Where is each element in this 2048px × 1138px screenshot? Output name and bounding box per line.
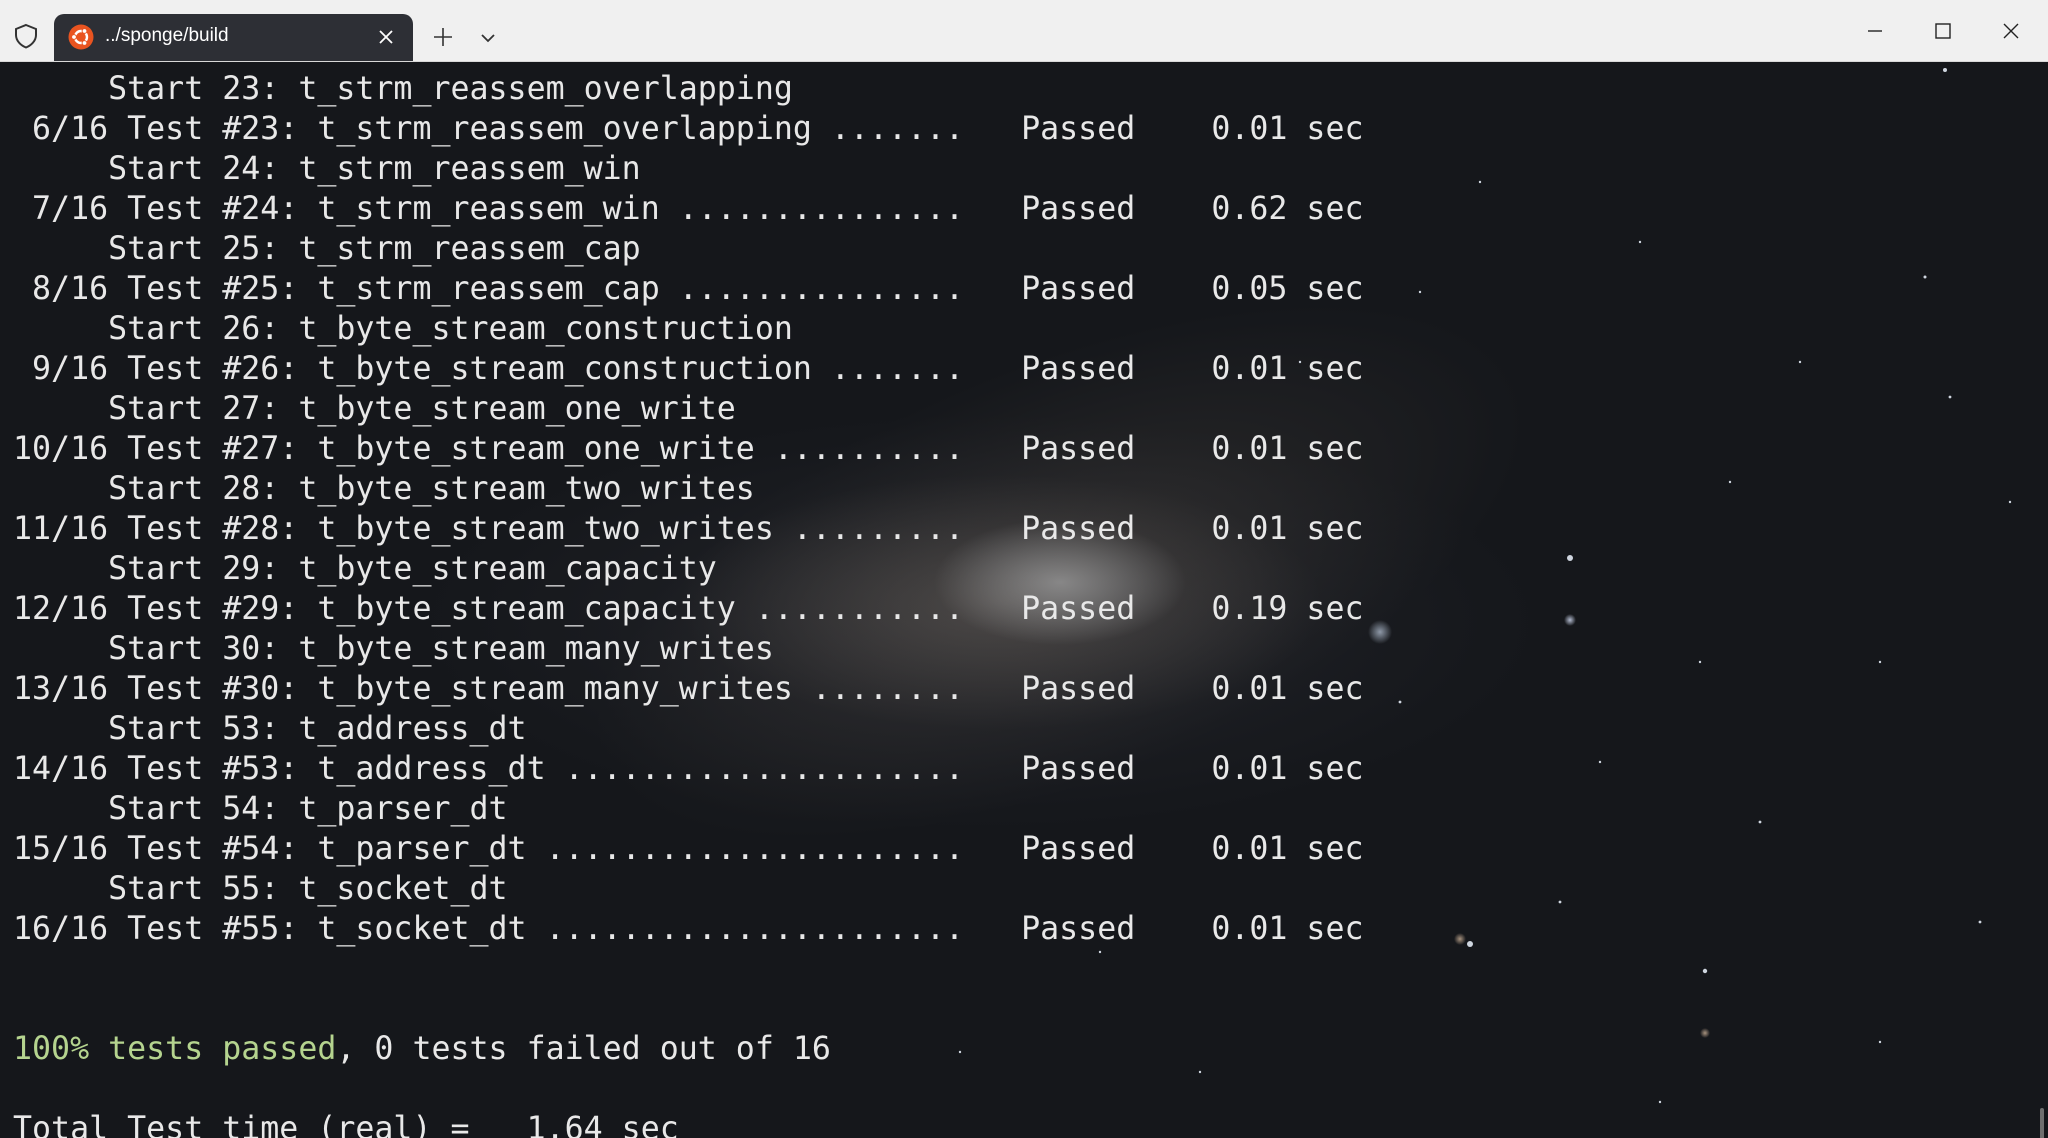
terminal-line: 10/16 Test #27: t_byte_stream_one_write …: [13, 431, 1364, 467]
terminal-line: Start 24: t_strm_reassem_win: [13, 151, 641, 187]
terminal-line: 7/16 Test #24: t_strm_reassem_win ......…: [13, 191, 1364, 227]
summary-failed-text: , 0 tests failed out of 16: [336, 1031, 831, 1067]
terminal-line: 15/16 Test #54: t_parser_dt ............…: [13, 831, 1364, 867]
terminal-line: 13/16 Test #30: t_byte_stream_many_write…: [13, 671, 1364, 707]
terminal-line: 9/16 Test #26: t_byte_stream_constructio…: [13, 351, 1364, 387]
minimize-icon[interactable]: [1862, 18, 1888, 44]
ubuntu-icon: [68, 24, 94, 50]
terminal-line: 14/16 Test #53: t_address_dt ...........…: [13, 751, 1364, 787]
terminal-line: 8/16 Test #25: t_strm_reassem_cap ......…: [13, 271, 1364, 307]
terminal-output[interactable]: Start 23: t_strm_reassem_overlapping 6/1…: [0, 62, 2048, 1138]
maximize-icon[interactable]: [1930, 18, 1956, 44]
plus-icon[interactable]: [430, 24, 456, 50]
terminal-line: 6/16 Test #23: t_strm_reassem_overlappin…: [13, 111, 1364, 147]
terminal-line: Start 26: t_byte_stream_construction: [13, 311, 793, 347]
terminal-line: Start 25: t_strm_reassem_cap: [13, 231, 641, 267]
terminal-line: 16/16 Test #55: t_socket_dt ............…: [13, 911, 1364, 947]
terminal-window: ../sponge/build Start 23: t_strm_reassem…: [0, 0, 2048, 1138]
close-tab-icon[interactable]: [377, 28, 395, 46]
terminal-line: 11/16 Test #28: t_byte_stream_two_writes…: [13, 511, 1364, 547]
title-bar: ../sponge/build: [0, 0, 2048, 62]
terminal-line: Start 54: t_parser_dt: [13, 791, 508, 827]
terminal-line: Start 29: t_byte_stream_capacity: [13, 551, 717, 587]
chevron-down-icon[interactable]: [478, 28, 498, 48]
terminal-line: Start 23: t_strm_reassem_overlapping: [13, 71, 793, 107]
terminal-line: Start 55: t_socket_dt: [13, 871, 508, 907]
tab-title: ../sponge/build: [105, 25, 229, 46]
summary-line: 100% tests passed, 0 tests failed out of…: [13, 1029, 831, 1069]
summary-passed-text: 100% tests passed: [13, 1031, 337, 1067]
scrollbar[interactable]: [2040, 1108, 2044, 1138]
total-time-line: Total Test time (real) = 1.64 sec: [13, 1111, 679, 1138]
terminal-line: 12/16 Test #29: t_byte_stream_capacity .…: [13, 591, 1364, 627]
terminal-line: Start 30: t_byte_stream_many_writes: [13, 631, 774, 667]
terminal-line: Start 27: t_byte_stream_one_write: [13, 391, 736, 427]
terminal-line: Start 28: t_byte_stream_two_writes: [13, 471, 755, 507]
close-icon[interactable]: [1998, 18, 2024, 44]
shield-icon[interactable]: [12, 22, 40, 50]
tab-sponge-build[interactable]: ../sponge/build: [54, 14, 413, 61]
terminal-line: Start 53: t_address_dt: [13, 711, 527, 747]
